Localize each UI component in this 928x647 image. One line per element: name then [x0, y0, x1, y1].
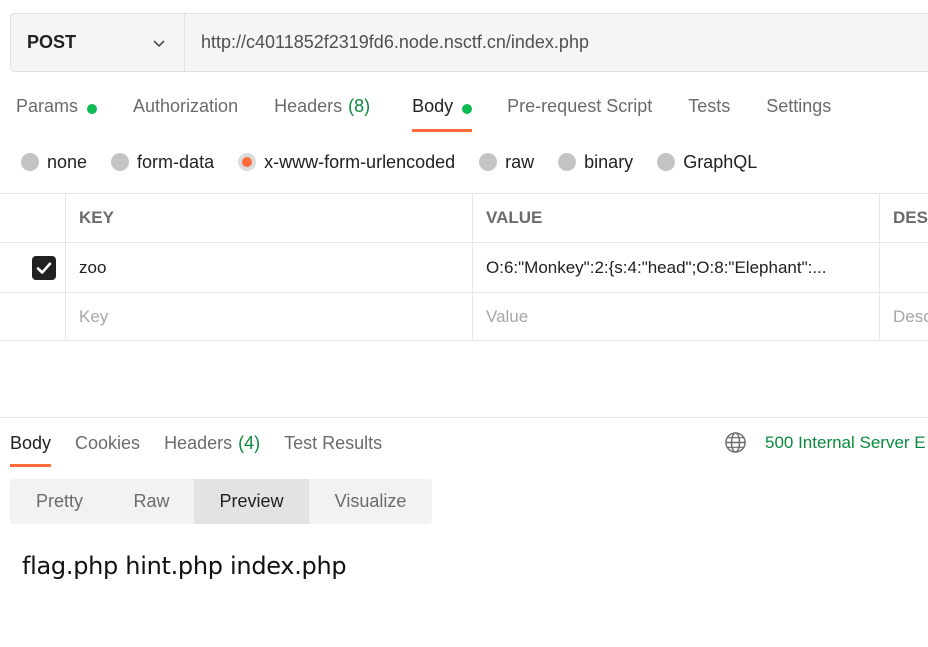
- view-tab-label: Visualize: [334, 491, 407, 511]
- radio-label: raw: [505, 151, 535, 172]
- body-type-options: none form-data x-www-form-urlencoded raw…: [21, 149, 757, 175]
- tab-params[interactable]: Params: [16, 92, 98, 132]
- tab-pre-request-script[interactable]: Pre-request Script: [507, 92, 652, 132]
- radio-icon: [111, 153, 130, 171]
- view-tab-pretty[interactable]: Pretty: [10, 479, 109, 524]
- tab-label: Settings: [766, 96, 832, 116]
- response-divider: [0, 417, 928, 418]
- tab-label: Body: [412, 96, 454, 116]
- checkmark-icon: [36, 262, 52, 274]
- tab-body[interactable]: Body: [412, 92, 473, 132]
- response-tabs: Body Cookies Headers (4) Test Results: [10, 430, 382, 467]
- tab-label: Tests: [688, 96, 731, 116]
- new-row-checkbox-cell: [0, 293, 65, 340]
- radio-icon: [479, 153, 498, 171]
- table-row-new: Key Value Desc: [0, 292, 928, 341]
- tab-label: Authorization: [133, 96, 239, 116]
- url-input[interactable]: [185, 14, 928, 71]
- value-column-header: VALUE: [472, 194, 879, 242]
- tab-label: Headers: [274, 96, 343, 116]
- view-tab-label: Pretty: [35, 491, 83, 511]
- response-tab-cookies[interactable]: Cookies: [75, 430, 140, 467]
- radio-form-data[interactable]: form-data: [111, 152, 214, 173]
- radio-icon: [558, 153, 577, 171]
- view-tab-preview[interactable]: Preview: [194, 479, 309, 524]
- table-row: zoo O:6:"Monkey":2:{s:4:"head";O:8:"Elep…: [0, 242, 928, 292]
- tab-label: Body: [10, 433, 52, 453]
- response-headers-count: (4): [238, 433, 261, 453]
- radio-label: none: [47, 151, 88, 172]
- response-tab-body[interactable]: Body: [10, 430, 52, 467]
- table-header-row: KEY VALUE DES: [0, 193, 928, 242]
- method-select[interactable]: POST: [11, 14, 185, 71]
- radio-raw[interactable]: raw: [479, 152, 534, 173]
- headers-count: (8): [348, 96, 371, 116]
- radio-selected-icon: [238, 153, 257, 171]
- radio-none[interactable]: none: [21, 152, 87, 173]
- tab-authorization[interactable]: Authorization: [133, 92, 238, 132]
- checkbox-column-header: [0, 194, 65, 242]
- tab-headers[interactable]: Headers (8): [274, 92, 370, 132]
- view-tab-raw[interactable]: Raw: [109, 479, 194, 524]
- response-view-tabs: Pretty Raw Preview Visualize: [10, 479, 432, 524]
- radio-icon: [657, 153, 676, 171]
- key-column-header: KEY: [65, 194, 472, 242]
- radio-icon: [21, 153, 39, 171]
- tab-label: Test Results: [284, 433, 383, 453]
- status-code-text[interactable]: 500 Internal Server E: [765, 433, 926, 453]
- response-tab-test-results[interactable]: Test Results: [284, 430, 382, 467]
- tab-label: Params: [16, 96, 79, 116]
- tab-label: Headers: [164, 433, 233, 453]
- view-tab-label: Raw: [133, 491, 170, 511]
- params-indicator-dot: [87, 104, 98, 114]
- radio-label: x-www-form-urlencoded: [264, 151, 456, 172]
- radio-label: GraphQL: [683, 151, 758, 172]
- new-key-input[interactable]: Key: [65, 293, 472, 340]
- radio-x-www-form-urlencoded[interactable]: x-www-form-urlencoded: [238, 152, 455, 173]
- tab-label: Pre-request Script: [507, 96, 653, 116]
- response-preview-content: flag.php hint.php index.php: [22, 552, 347, 580]
- description-column-header: DES: [879, 194, 928, 242]
- value-text: O:6:"Monkey":2:{s:4:"head";O:8:"Elephant…: [486, 257, 827, 277]
- request-url-bar: POST: [10, 13, 928, 72]
- body-indicator-dot: [462, 104, 473, 114]
- tab-tests[interactable]: Tests: [688, 92, 730, 132]
- globe-icon[interactable]: [724, 431, 747, 454]
- radio-label: binary: [584, 151, 634, 172]
- radio-binary[interactable]: binary: [558, 152, 633, 173]
- description-cell[interactable]: [879, 243, 928, 292]
- response-status: 500 Internal Server E: [724, 431, 926, 454]
- row-checkbox[interactable]: [32, 255, 56, 280]
- new-description-input[interactable]: Desc: [879, 293, 928, 340]
- key-value: zoo: [79, 257, 107, 277]
- tab-label: Cookies: [75, 433, 141, 453]
- radio-graphql[interactable]: GraphQL: [657, 152, 757, 173]
- view-tab-visualize[interactable]: Visualize: [309, 479, 432, 524]
- method-label: POST: [27, 32, 77, 52]
- radio-label: form-data: [137, 151, 215, 172]
- new-value-input[interactable]: Value: [472, 293, 879, 340]
- key-cell[interactable]: zoo: [65, 243, 472, 292]
- request-tabs: Params Authorization Headers (8) Body Pr…: [16, 92, 831, 132]
- tab-settings[interactable]: Settings: [766, 92, 831, 132]
- chevron-down-icon: [153, 39, 165, 47]
- value-cell[interactable]: O:6:"Monkey":2:{s:4:"head";O:8:"Elephant…: [472, 243, 879, 292]
- view-tab-label: Preview: [219, 491, 284, 511]
- row-checkbox-cell: [0, 243, 65, 292]
- response-tab-headers[interactable]: Headers (4): [164, 430, 260, 467]
